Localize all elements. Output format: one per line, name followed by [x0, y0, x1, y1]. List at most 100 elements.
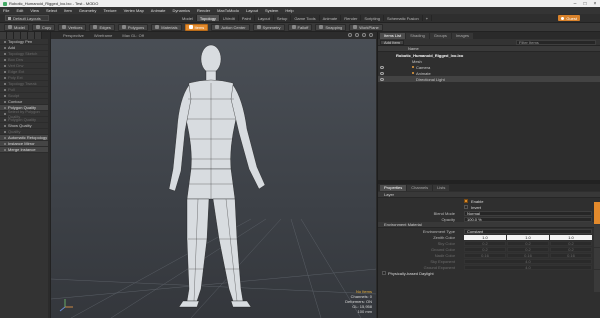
- layout-tab-schematic-fusion[interactable]: Schematic Fusion: [384, 15, 423, 21]
- property-value-field[interactable]: 0.16: [550, 252, 592, 258]
- toolbar-items-button[interactable]: Items: [184, 23, 209, 31]
- layout-tab-scripting[interactable]: Scripting: [361, 15, 384, 21]
- menu-item-dynamics[interactable]: Dynamics: [172, 8, 190, 13]
- properties-tab-properties[interactable]: Properties: [380, 184, 407, 191]
- blend-mode-dropdown[interactable]: Normal: [464, 210, 592, 216]
- layout-tab-setup[interactable]: Setup: [274, 15, 292, 21]
- items-tab-shading[interactable]: Shading: [406, 32, 429, 39]
- menu-item-render[interactable]: Render: [197, 8, 210, 13]
- side-tab-4[interactable]: [594, 270, 600, 292]
- close-icon[interactable]: ×: [590, 0, 600, 7]
- menu-item-select[interactable]: Select: [46, 8, 57, 13]
- tool-item-merge-instance[interactable]: Merge Instance: [0, 147, 48, 153]
- menu-item-geometry[interactable]: Geometry: [79, 8, 97, 13]
- items-tab-groups[interactable]: Groups: [429, 32, 451, 39]
- toolbar-action-center-button[interactable]: Action Center: [211, 23, 250, 31]
- toolbar-model-icon: [8, 25, 12, 29]
- toolbar-edges-button[interactable]: Edges: [89, 23, 115, 31]
- properties-tab-channels[interactable]: Channels: [407, 184, 433, 191]
- tool-tab-2[interactable]: [7, 32, 14, 39]
- menu-item-vertex-map[interactable]: Vertex Map: [124, 8, 144, 13]
- toolbar-polygons-icon: [121, 25, 126, 29]
- menu-item-texture[interactable]: Texture: [103, 8, 116, 13]
- visibility-eye-icon[interactable]: [380, 65, 384, 69]
- toolbar-workplane-button[interactable]: WorkPlane: [349, 23, 383, 31]
- tree-item[interactable]: Directional Light: [378, 76, 600, 82]
- tool-tab-6[interactable]: [35, 32, 42, 39]
- property-value-field[interactable]: 4.0: [464, 258, 592, 264]
- layout-selector[interactable]: Default Layouts: [5, 15, 49, 21]
- toolbar-symmetry-button[interactable]: Symmetry: [252, 23, 285, 31]
- property-value-field[interactable]: 0.16: [507, 252, 549, 258]
- property-value-field[interactable]: 0.2: [550, 246, 592, 252]
- property-value-field[interactable]: 0.2: [464, 240, 506, 246]
- toolbar-falloff-button[interactable]: Falloff: [287, 23, 313, 31]
- viewport-shading-mode[interactable]: Wireframe: [94, 33, 112, 38]
- menu-item-animate[interactable]: Animate: [151, 8, 166, 13]
- 3d-viewport[interactable]: Perspective Wireframe Max GL: Off No Ite…: [50, 32, 376, 318]
- tool-tab-4[interactable]: [21, 32, 28, 39]
- menu-item-item[interactable]: Item: [64, 8, 72, 13]
- layout-tab-game-tools[interactable]: Game Tools: [291, 15, 320, 21]
- menu-item-system[interactable]: System: [265, 8, 278, 13]
- property-value-field[interactable]: 0.2: [507, 240, 549, 246]
- toolbar-polygons-button[interactable]: Polygons: [117, 23, 149, 31]
- zenith-r-field[interactable]: 1.0: [464, 234, 506, 240]
- invert-checkbox[interactable]: [464, 205, 468, 209]
- menu-item-file[interactable]: File: [3, 8, 9, 13]
- side-tab-properties[interactable]: [594, 202, 600, 224]
- pan-icon[interactable]: [348, 33, 352, 37]
- tool-tab-5[interactable]: [28, 32, 35, 39]
- zenith-g-field[interactable]: 1.0: [507, 234, 549, 240]
- tool-tab-1[interactable]: [0, 32, 7, 39]
- visibility-eye-icon[interactable]: [380, 77, 384, 81]
- menu-item-help[interactable]: Help: [285, 8, 293, 13]
- toolbar-materials-button[interactable]: Materials: [151, 23, 182, 31]
- toolbar-vertices-button[interactable]: Vertices: [58, 23, 87, 31]
- enable-checkbox[interactable]: [464, 199, 468, 203]
- tool-tab-3[interactable]: [14, 32, 21, 39]
- minimize-icon[interactable]: –: [570, 0, 580, 7]
- opacity-field[interactable]: 100.0 %: [464, 216, 592, 222]
- zenith-color-swatch[interactable]: 1.0 1.0 1.0: [464, 234, 592, 240]
- layout-tab-animate[interactable]: Animate: [320, 15, 342, 21]
- layout-tab-layout[interactable]: Layout: [255, 15, 274, 21]
- side-tab-2[interactable]: [594, 224, 600, 247]
- layout-tab-model[interactable]: Model: [179, 15, 197, 21]
- visibility-eye-icon[interactable]: [380, 71, 384, 75]
- side-tab-3[interactable]: [594, 247, 600, 270]
- toolbar-snapping-button[interactable]: Snapping: [315, 23, 347, 31]
- property-value-field[interactable]: 0.2: [464, 246, 506, 252]
- physical-sky-checkbox[interactable]: [382, 271, 386, 275]
- zoom-icon[interactable]: [355, 33, 359, 37]
- filter-items-input[interactable]: Filter Items: [516, 40, 596, 45]
- add-layout-tab-button[interactable]: +: [423, 15, 433, 21]
- zenith-b-field[interactable]: 1.0: [550, 234, 592, 240]
- environment-type-dropdown[interactable]: Constant: [464, 228, 592, 234]
- menu-item-view[interactable]: View: [30, 8, 39, 13]
- menu-item-maxtomodo[interactable]: MaxToModo: [217, 8, 239, 13]
- viewport-gl-mode[interactable]: Max GL: Off: [122, 33, 144, 38]
- items-tab-images[interactable]: Images: [451, 32, 474, 39]
- property-value-field[interactable]: 4.0: [464, 264, 592, 270]
- property-value-field[interactable]: 0.16: [464, 252, 506, 258]
- properties-tab-lists[interactable]: Lists: [433, 184, 450, 191]
- maximize-viewport-icon[interactable]: [369, 33, 373, 37]
- items-tab-items-list[interactable]: Items List: [380, 32, 406, 39]
- add-item-button[interactable]: Add Item: [380, 39, 405, 45]
- maximize-icon[interactable]: □: [580, 0, 590, 7]
- layout-tab-topology[interactable]: Topology: [196, 15, 220, 21]
- property-value-field[interactable]: 0.2: [507, 246, 549, 252]
- layout-tab-render[interactable]: Render: [341, 15, 362, 21]
- toolbar-model-button[interactable]: Model: [4, 23, 29, 31]
- property-value-field[interactable]: 0.2: [550, 240, 592, 246]
- layout-tab-paint[interactable]: Paint: [239, 15, 255, 21]
- filter-items-placeholder: Filter Items: [519, 40, 539, 45]
- toolbar-copy-button[interactable]: Copy: [31, 23, 56, 31]
- viewport-view-type[interactable]: Perspective: [63, 33, 84, 38]
- menu-item-edit[interactable]: Edit: [16, 8, 23, 13]
- layout-tab-uvedit[interactable]: UVedit: [220, 15, 239, 21]
- menu-item-layout[interactable]: Layout: [246, 8, 258, 13]
- rotate-icon[interactable]: [362, 33, 366, 37]
- user-badge[interactable]: Guest: [558, 15, 580, 21]
